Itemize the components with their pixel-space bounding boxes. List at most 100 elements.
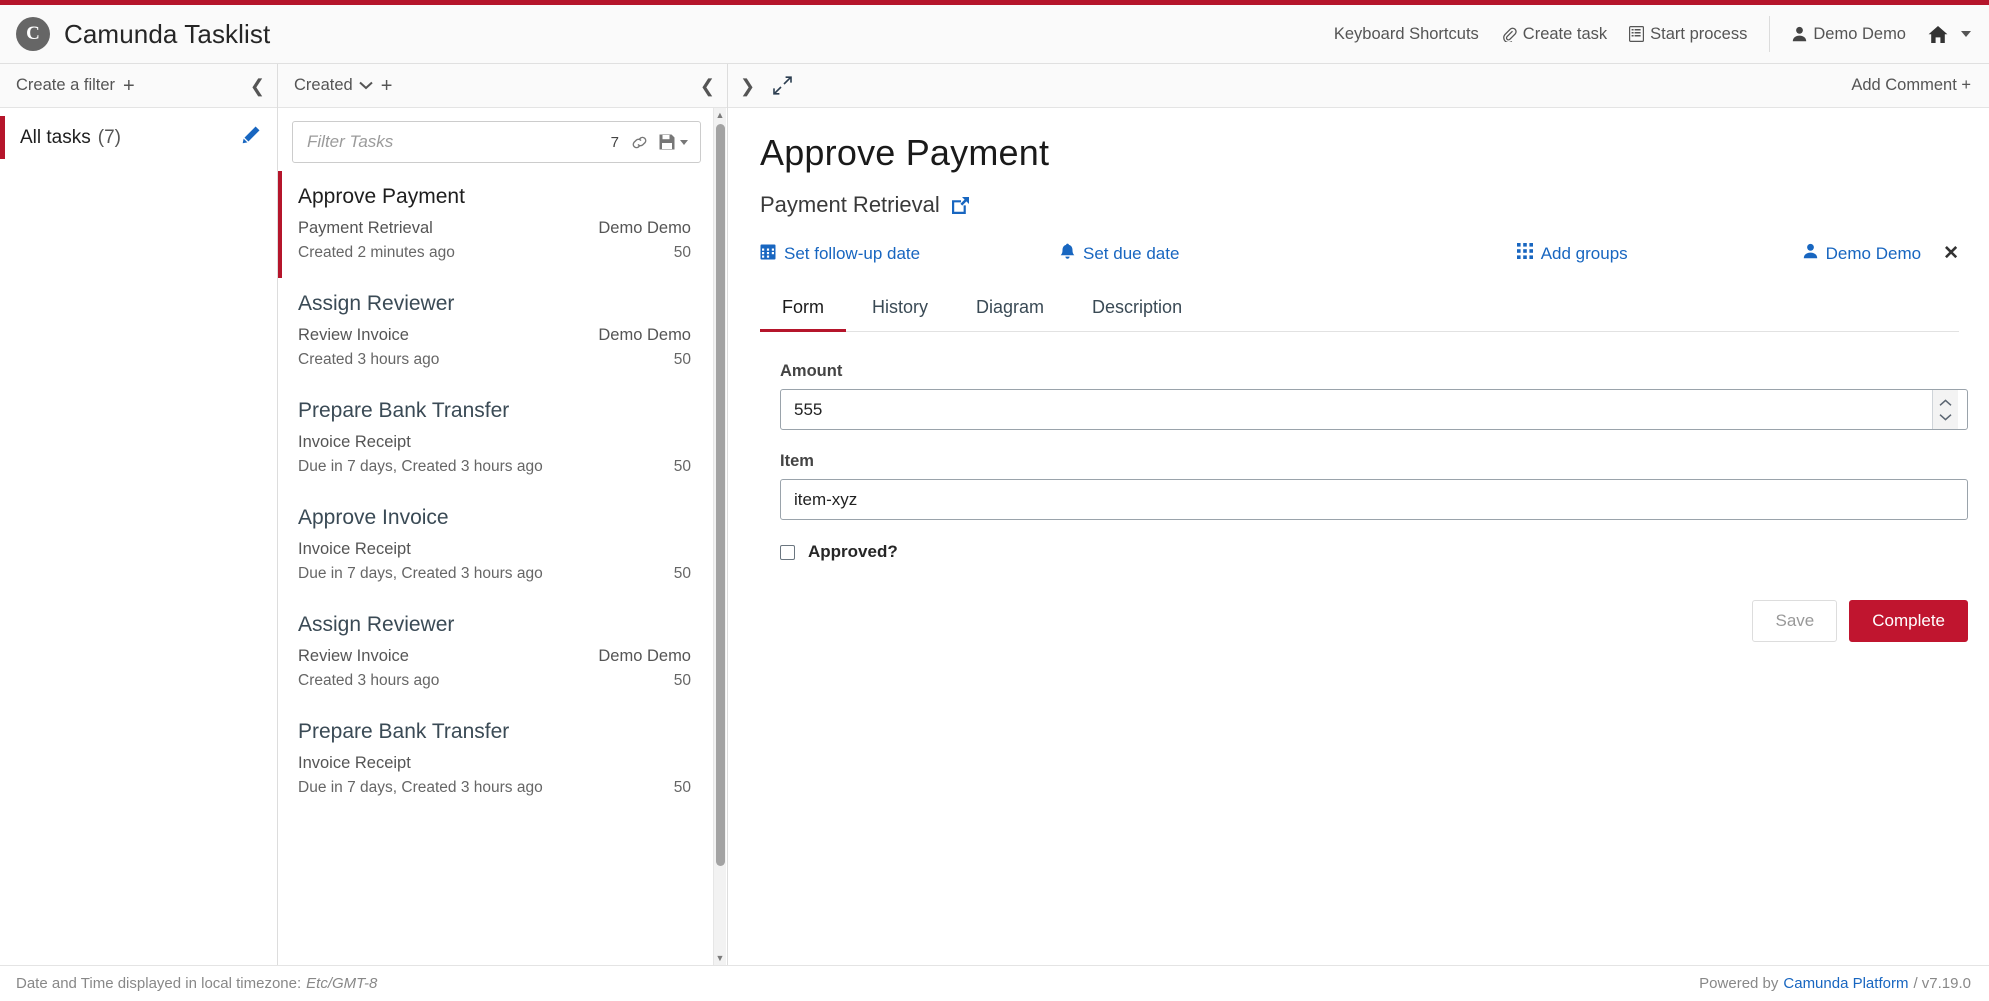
task-row: Invoice Receipt: [298, 540, 691, 559]
task-title: Prepare Bank Transfer: [298, 399, 510, 422]
tab-description[interactable]: Description: [1070, 287, 1204, 332]
expand-arrows-icon[interactable]: [773, 76, 792, 95]
task-process: Payment Retrieval: [298, 219, 433, 237]
task-priority: 50: [673, 351, 691, 368]
list-item[interactable]: Approve Payment Payment Retrieval Demo D…: [278, 171, 713, 278]
task-priority: 50: [673, 779, 691, 796]
task-row: Invoice Receipt: [298, 754, 691, 773]
collapse-filters-icon[interactable]: ❮: [250, 77, 265, 95]
task-row: Review Invoice Demo Demo: [298, 326, 691, 345]
camunda-logo-icon: C: [16, 17, 50, 51]
camunda-platform-link[interactable]: Camunda Platform: [1783, 975, 1908, 992]
task-priority: 50: [673, 672, 691, 689]
add-groups-button[interactable]: Add groups: [1516, 243, 1628, 264]
create-task-button[interactable]: Create task: [1501, 25, 1607, 44]
approved-checkbox-row[interactable]: Approved?: [780, 542, 1959, 562]
task-row: Created 2 minutes ago 50: [298, 238, 691, 262]
brand[interactable]: C Camunda Tasklist: [16, 17, 270, 51]
set-due-date-label: Set due date: [1083, 243, 1180, 263]
scroll-up-icon[interactable]: ▲: [714, 108, 726, 122]
create-filter-button[interactable]: Create a filter: [16, 76, 115, 95]
set-due-date-button[interactable]: Set due date: [1060, 243, 1460, 265]
tasklist-scroll-area: Filter Tasks 7 Approve Payment Payment R…: [278, 108, 727, 965]
chevron-down-icon[interactable]: [359, 81, 373, 90]
scroll-down-icon[interactable]: ▼: [714, 951, 726, 965]
process-name-row: Payment Retrieval: [760, 192, 1959, 218]
pencil-icon[interactable]: [242, 125, 261, 150]
task-row: Created 3 hours ago 50: [298, 666, 691, 690]
search-input-wrapper[interactable]: Filter Tasks 7: [292, 121, 701, 163]
list-item[interactable]: Assign Reviewer Review Invoice Demo Demo…: [278, 599, 713, 706]
filter-label: All tasks: [20, 126, 91, 148]
home-menu-button[interactable]: [1928, 25, 1971, 44]
list-item[interactable]: Approve Invoice Invoice Receipt Due in 7…: [278, 492, 713, 599]
add-comment-button[interactable]: Add Comment +: [1851, 76, 1971, 95]
app-footer: Date and Time displayed in local timezon…: [0, 965, 1989, 1001]
list-item[interactable]: Prepare Bank Transfer Invoice Receipt Du…: [278, 385, 713, 492]
task-actions-row: Set follow-up date Set due date Add grou…: [760, 242, 1959, 265]
timezone-value: Etc/GMT-8: [306, 975, 378, 992]
task-priority: 50: [673, 565, 691, 582]
tab-history[interactable]: History: [850, 287, 950, 332]
tasklist-scrollbar[interactable]: ▲ ▼: [713, 108, 726, 965]
timezone-prefix: Date and Time displayed in local timezon…: [16, 975, 302, 992]
form-button-row: Save Complete: [780, 600, 1968, 642]
chain-link-icon[interactable]: [631, 134, 648, 151]
list-item[interactable]: Prepare Bank Transfer Invoice Receipt Du…: [278, 706, 713, 813]
task-process: Invoice Receipt: [298, 754, 411, 772]
filters-panel: Create a filter + ❮ All tasks (7): [0, 64, 278, 965]
task-assignee: Demo Demo: [598, 219, 691, 237]
expand-tasklist-icon[interactable]: ❯: [740, 77, 755, 95]
sidebar-item-all-tasks[interactable]: All tasks (7): [0, 108, 277, 167]
current-user-button[interactable]: Demo Demo: [1792, 25, 1906, 44]
create-task-label: Create task: [1522, 24, 1608, 43]
external-link-icon[interactable]: [951, 196, 970, 215]
powered-by-prefix: Powered by: [1699, 975, 1779, 992]
task-meta: Due in 7 days, Created 3 hours ago: [298, 565, 543, 582]
quantity-stepper[interactable]: [1932, 390, 1958, 429]
assignee-button[interactable]: Demo Demo ✕: [1803, 242, 1959, 265]
app-title: Camunda Tasklist: [64, 18, 271, 49]
task-process: Invoice Receipt: [298, 540, 411, 558]
filter-count: (7): [97, 126, 121, 148]
list-item[interactable]: Assign Reviewer Review Invoice Demo Demo…: [278, 278, 713, 385]
add-sort-plus-icon[interactable]: +: [381, 76, 393, 96]
paperclip-icon: [1501, 26, 1517, 42]
close-icon[interactable]: ✕: [1943, 242, 1959, 265]
approved-checkbox[interactable]: [780, 544, 795, 560]
amount-field-group: Amount 555: [780, 362, 1968, 430]
list-document-icon: [1629, 26, 1645, 42]
scrollbar-thumb[interactable]: [716, 124, 725, 866]
home-icon: [1928, 25, 1948, 44]
amount-input[interactable]: 555: [780, 389, 1968, 430]
task-row: Invoice Receipt: [298, 433, 691, 452]
task-title: Assign Reviewer: [298, 613, 455, 636]
collapse-tasklist-icon[interactable]: ❮: [700, 77, 715, 95]
create-filter-plus-icon[interactable]: +: [123, 76, 135, 96]
save-button[interactable]: Save: [1752, 600, 1838, 642]
search-input[interactable]: Filter Tasks: [307, 132, 611, 152]
floppy-disk-icon[interactable]: [659, 134, 688, 150]
complete-button[interactable]: Complete: [1849, 600, 1968, 642]
sort-by-created-button[interactable]: Created: [294, 76, 353, 95]
set-follow-up-date-button[interactable]: Set follow-up date: [760, 243, 1060, 265]
keyboard-shortcuts-button[interactable]: Keyboard Shortcuts: [1334, 25, 1479, 44]
app-body: Create a filter + ❮ All tasks (7) Create…: [0, 64, 1989, 965]
tab-form[interactable]: Form: [760, 287, 846, 332]
add-groups-label: Add groups: [1540, 243, 1628, 263]
item-field-group: Item item-xyz: [780, 452, 1968, 520]
chevron-up-icon: [1939, 398, 1952, 406]
header-divider: [1769, 16, 1771, 52]
tab-diagram[interactable]: Diagram: [954, 287, 1066, 332]
task-priority: 50: [673, 458, 691, 475]
search-result-count: 7: [610, 133, 619, 151]
task-process: Review Invoice: [298, 647, 409, 665]
task-list: Approve Payment Payment Retrieval Demo D…: [278, 171, 713, 813]
item-input[interactable]: item-xyz: [780, 479, 1968, 520]
assignee-label: Demo Demo: [1825, 243, 1922, 263]
task-row: Due in 7 days, Created 3 hours ago 50: [298, 559, 691, 583]
start-process-button[interactable]: Start process: [1629, 25, 1747, 44]
task-title: Assign Reviewer: [298, 292, 455, 315]
bell-icon: [1060, 243, 1075, 265]
tasklist-panel: Created + ❮ Filter Tasks 7 Approve Payme…: [278, 64, 728, 965]
